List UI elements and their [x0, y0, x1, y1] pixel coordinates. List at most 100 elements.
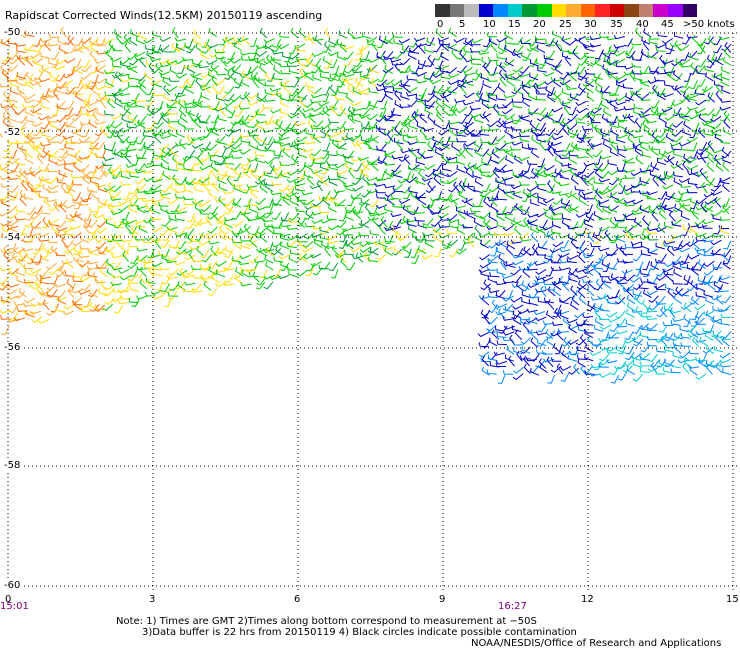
wind-barb [413, 37, 426, 42]
wind-barb [543, 165, 555, 171]
wind-barb [263, 281, 274, 290]
wind-barb [704, 108, 715, 116]
wind-barb [481, 366, 491, 376]
wind-barb [320, 261, 331, 270]
wind-barb [224, 86, 235, 95]
wind-barb [519, 132, 530, 138]
wind-barb [712, 263, 723, 269]
wind-barb [462, 101, 474, 106]
wind-barb [567, 254, 579, 261]
wind-barb [504, 39, 515, 45]
wind-barb [606, 311, 618, 318]
wind-barb [501, 168, 514, 173]
wind-barb [256, 171, 268, 179]
wind-barb [608, 205, 618, 213]
wind-barb [215, 78, 226, 86]
wind-barb [578, 252, 586, 264]
wind-barb [254, 151, 266, 157]
wind-barb [589, 35, 601, 41]
wind-barb [78, 253, 90, 258]
wind-barb [418, 59, 428, 67]
wind-barb [383, 183, 395, 189]
wind-barb [11, 252, 19, 264]
wind-barb [6, 205, 18, 213]
wind-barb [295, 206, 306, 213]
wind-barb [391, 193, 401, 200]
wind-barb [504, 180, 515, 186]
wind-barb [622, 157, 634, 164]
wind-barb [206, 59, 218, 66]
x-tick-label: 12 [581, 594, 594, 605]
wind-barb [672, 70, 681, 80]
wind-barb [224, 159, 235, 165]
wind-barb [493, 231, 505, 236]
wind-barb [291, 125, 299, 136]
wind-barb [513, 45, 524, 53]
wind-barb [710, 211, 722, 217]
wind-barb [593, 339, 604, 348]
wind-barb [47, 42, 59, 47]
wind-barb [531, 244, 539, 255]
wind-barb [367, 78, 379, 85]
wind-barb [234, 108, 244, 118]
wind-barb [472, 163, 484, 170]
wind-barb [573, 363, 580, 375]
wind-barb [384, 114, 396, 121]
wind-barb [211, 83, 219, 95]
wind-barb [327, 51, 340, 57]
wind-barb [672, 332, 683, 341]
wind-barb [14, 108, 26, 116]
wind-barb [497, 82, 506, 93]
wind-barb [496, 340, 507, 346]
wind-barb [321, 191, 331, 200]
wind-barb [201, 254, 212, 263]
wind-barb [72, 192, 82, 202]
wind-barb [600, 128, 610, 136]
wind-barb [168, 77, 180, 82]
wind-barb [304, 139, 316, 145]
wind-barb [118, 205, 129, 212]
wind-barb [7, 64, 19, 72]
wind-barb [319, 208, 330, 214]
wind-barb [552, 241, 564, 248]
wind-barb [609, 115, 618, 125]
wind-barb [293, 177, 305, 184]
x-tick-label: 15 [726, 594, 739, 605]
wind-barb [189, 72, 202, 78]
wind-barb [474, 177, 484, 187]
wind-barb [342, 231, 354, 236]
wind-barb [24, 93, 36, 100]
wind-barb [345, 212, 355, 221]
wind-barb [560, 46, 571, 53]
wind-barb [170, 147, 179, 157]
wind-barb [648, 303, 660, 311]
wind-barb [309, 112, 321, 117]
wind-barb [14, 216, 26, 221]
wind-barb [294, 185, 306, 192]
wind-barb [310, 148, 322, 157]
wind-barb [514, 248, 524, 257]
wind-barb [657, 31, 668, 38]
wind-barb [119, 57, 131, 65]
wind-barb [32, 127, 42, 137]
wind-barb [578, 294, 587, 305]
wind-barb [331, 245, 340, 256]
wind-barb [477, 331, 489, 338]
wind-barb [343, 125, 355, 131]
wind-barb [512, 102, 523, 109]
wind-barb [384, 190, 396, 198]
wind-barb [516, 350, 523, 362]
wind-barb [656, 157, 667, 166]
wind-barb [602, 107, 612, 117]
wind-barb [55, 296, 67, 302]
wind-barb [67, 287, 75, 299]
wind-barb [424, 94, 435, 103]
wind-barb [286, 239, 298, 247]
wind-barb [135, 177, 146, 185]
wind-barb [646, 190, 658, 196]
wind-barb [710, 122, 722, 130]
wind-barb [705, 296, 715, 305]
wind-barb [471, 38, 483, 44]
wind-barb [449, 248, 459, 258]
wind-barb [528, 92, 537, 101]
